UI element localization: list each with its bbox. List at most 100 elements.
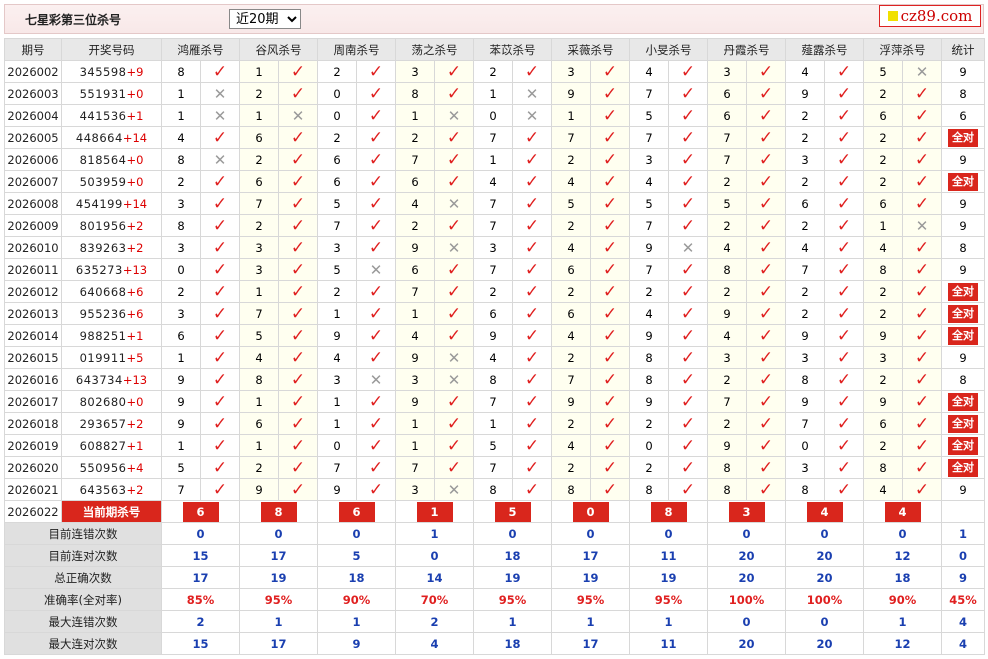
result-mark-cell: ✓ — [200, 192, 240, 215]
draw-numbers: 293657 — [79, 416, 127, 431]
kill-number-cell: 0 — [161, 258, 201, 281]
check-icon: ✓ — [680, 61, 696, 82]
kill-number-cell: 4 — [551, 434, 591, 457]
result-mark-cell: ✓ — [512, 236, 552, 259]
count-cell: 全对 — [941, 170, 985, 193]
kill-number-cell: 7 — [551, 126, 591, 149]
check-icon: ✓ — [602, 193, 618, 214]
kill-number-cell: 7 — [629, 258, 669, 281]
result-mark-cell: ✓ — [434, 302, 474, 325]
issue-cell: 2026010 — [4, 236, 62, 259]
table-row: 2026016 643734+13 9 ✓ 8 ✓ 3 ✕ 3 ✕ 8 ✓ 7 ✓ 8 ✓ 2 ✓ 8 ✓ 2 ✓ 8 — [4, 368, 985, 391]
numbers-cell: 550956+4 — [61, 456, 162, 479]
check-icon: ✓ — [758, 435, 774, 456]
kill-number-cell: 1 — [863, 214, 903, 237]
current-kill-cell: 0 — [551, 500, 630, 523]
result-mark-cell: ✓ — [668, 434, 708, 457]
draw-numbers: 550956 — [79, 460, 127, 475]
stats-row: 目前连错次数 0 0 0 1 0 0 0 0 0 0 1 — [4, 522, 985, 545]
check-icon: ✓ — [680, 281, 696, 302]
issue-cell: 2026016 — [4, 368, 62, 391]
kill-number-cell: 3 — [161, 192, 201, 215]
stats-label: 目前连错次数 — [4, 522, 162, 545]
check-icon: ✓ — [836, 325, 852, 346]
site-logo[interactable]: cz89.com — [879, 5, 981, 27]
table-row: 2026002 345598+9 8 ✓ 1 ✓ 2 ✓ 3 ✓ 2 ✓ 3 ✓ 4 ✓ 3 ✓ 4 ✓ 5 ✕ 9 — [4, 60, 985, 83]
current-issue-row: 2026022 当前期杀号 6 8 6 1 5 0 8 3 4 4 — [4, 500, 985, 523]
check-icon: ✓ — [524, 215, 540, 236]
check-icon: ✓ — [680, 479, 696, 500]
kill-number-cell: 0 — [785, 434, 825, 457]
result-mark-cell: ✓ — [668, 60, 708, 83]
draw-numbers: 345598 — [79, 64, 127, 79]
result-mark-cell: ✓ — [668, 324, 708, 347]
result-mark-cell: ✓ — [512, 148, 552, 171]
result-mark-cell: ✓ — [824, 412, 864, 435]
kill-number-cell: 5 — [161, 456, 201, 479]
result-mark-cell: ✓ — [356, 148, 396, 171]
result-mark-cell: ✓ — [356, 324, 396, 347]
kill-number-cell: 1 — [239, 390, 279, 413]
result-mark-cell: ✓ — [746, 302, 786, 325]
kill-number-cell: 4 — [863, 236, 903, 259]
check-icon: ✓ — [524, 281, 540, 302]
cross-icon: ✕ — [213, 106, 227, 125]
check-icon: ✓ — [368, 61, 384, 82]
draw-numbers: 551931 — [79, 86, 127, 101]
result-mark-cell: ✓ — [278, 346, 318, 369]
result-mark-cell: ✓ — [746, 346, 786, 369]
current-kill-value: 5 — [494, 501, 531, 522]
table-row: 2026010 839263+2 3 ✓ 3 ✓ 3 ✓ 9 ✕ 3 ✓ 4 ✓ 9 ✕ 4 ✓ 4 ✓ 4 ✓ 8 — [4, 236, 985, 259]
result-mark-cell: ✓ — [590, 192, 630, 215]
check-icon: ✓ — [290, 127, 306, 148]
result-mark-cell: ✓ — [668, 148, 708, 171]
stats-value: 0 — [863, 522, 942, 545]
stats-value: 0 — [395, 544, 474, 567]
result-mark-cell: ✓ — [668, 104, 708, 127]
check-icon: ✓ — [212, 457, 228, 478]
issue-cell: 2026011 — [4, 258, 62, 281]
result-mark-cell: ✓ — [512, 324, 552, 347]
kill-number-cell: 8 — [707, 258, 747, 281]
stats-value: 19 — [551, 566, 630, 589]
kill-number-cell: 6 — [863, 104, 903, 127]
count-cell: 全对 — [941, 412, 985, 435]
table-row: 2026019 608827+1 1 ✓ 1 ✓ 0 ✓ 1 ✓ 5 ✓ 4 ✓ 0 ✓ 9 ✓ 0 ✓ 2 ✓ 全对 — [4, 434, 985, 457]
draw-numbers: 955236 — [79, 306, 127, 321]
result-mark-cell: ✓ — [512, 412, 552, 435]
result-mark-cell: ✓ — [902, 324, 942, 347]
count-cell: 9 — [941, 478, 985, 501]
result-mark-cell: ✓ — [278, 390, 318, 413]
draw-numbers: 839263 — [79, 240, 127, 255]
draw-numbers: 448664 — [75, 130, 123, 145]
all-correct-badge: 全对 — [948, 282, 978, 301]
check-icon: ✓ — [602, 61, 618, 82]
check-icon: ✓ — [446, 435, 462, 456]
current-kill-cell: 3 — [707, 500, 786, 523]
page-title: 七星彩第三位杀号 — [25, 13, 122, 27]
kill-number-cell: 5 — [551, 192, 591, 215]
check-icon: ✓ — [290, 325, 306, 346]
kill-number-cell: 8 — [863, 456, 903, 479]
stats-value: 17 — [551, 632, 630, 655]
check-icon: ✓ — [914, 347, 930, 368]
result-mark-cell: ✓ — [746, 126, 786, 149]
stats-value: 18 — [317, 566, 396, 589]
period-select[interactable]: 近20期 — [229, 9, 301, 29]
result-mark-cell: ✓ — [824, 456, 864, 479]
kill-number-cell: 1 — [161, 346, 201, 369]
table-row: 2026014 988251+1 6 ✓ 5 ✓ 9 ✓ 4 ✓ 9 ✓ 4 ✓ 9 ✓ 4 ✓ 9 ✓ 9 ✓ 全对 — [4, 324, 985, 347]
result-mark-cell: ✕ — [434, 192, 474, 215]
kill-number-cell: 5 — [317, 192, 357, 215]
check-icon: ✓ — [212, 127, 228, 148]
numbers-cell: 643563+2 — [61, 478, 162, 501]
draw-numbers: 441536 — [79, 108, 127, 123]
stats-value: 85% — [161, 588, 240, 611]
current-kill-value: 6 — [182, 501, 219, 522]
check-icon: ✓ — [836, 215, 852, 236]
result-mark-cell: ✓ — [824, 214, 864, 237]
numbers-cell: 643734+13 — [61, 368, 162, 391]
kill-number-cell: 1 — [395, 104, 435, 127]
result-mark-cell: ✓ — [746, 456, 786, 479]
result-mark-cell: ✓ — [512, 302, 552, 325]
